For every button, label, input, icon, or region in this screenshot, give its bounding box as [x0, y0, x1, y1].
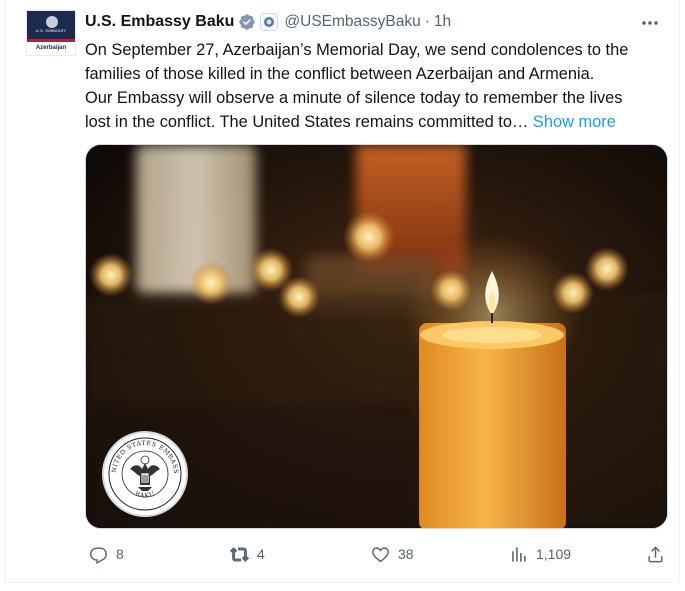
views-chart-icon [512, 546, 526, 562]
avatar-top-text: U.S. EMBASSY [35, 28, 67, 33]
seal-icon [264, 17, 275, 27]
repost-count: 4 [257, 546, 265, 562]
separator-dot: · [424, 13, 430, 30]
tweet-text: On September 27, Azerbaijan’s Memorial D… [85, 38, 673, 134]
government-affiliation-icon[interactable] [260, 13, 279, 31]
more-options-button[interactable] [639, 12, 661, 34]
tweet-text-line: families of those killed in the conflict… [85, 65, 595, 83]
reply-icon [90, 546, 107, 564]
repost-button[interactable]: 4 [230, 540, 265, 568]
more-dots-icon [642, 21, 658, 25]
avatar[interactable]: U.S. EMBASSY Azerbaijan [26, 10, 76, 56]
like-count: 38 [398, 546, 414, 562]
display-name[interactable]: U.S. Embassy Baku [85, 13, 234, 31]
views-count: 1,109 [536, 546, 572, 562]
tweet-text-line: On September 27, Azerbaijan’s Memorial D… [85, 41, 629, 59]
tweet-text-line: Our Embassy will observe a minute of sil… [85, 89, 623, 107]
reply-count: 8 [116, 546, 124, 562]
handle[interactable]: @USEmbassyBaku [284, 13, 420, 31]
action-bar: 8 4 38 1,109 [85, 540, 668, 568]
heart-icon [372, 546, 389, 562]
share-button[interactable] [646, 540, 665, 568]
avatar-bottom-text: Azerbaijan [35, 45, 67, 51]
avatar-seal-icon [46, 16, 58, 28]
like-button[interactable]: 38 [371, 540, 414, 568]
embassy-seal-logo: UNITED STATES EMBASSY BAKU [101, 428, 188, 517]
eagle-seal-icon: UNITED STATES EMBASSY BAKU [101, 428, 184, 513]
tweet-header: U.S. Embassy Baku @USEmbassyBaku · 1h [85, 11, 451, 33]
timeline-frame: U.S. EMBASSY Azerbaijan U.S. Embassy Bak… [5, 0, 680, 583]
timestamp[interactable]: 1h [434, 13, 451, 31]
views-button[interactable]: 1,109 [509, 540, 571, 568]
tweet-card[interactable]: U.S. EMBASSY Azerbaijan U.S. Embassy Bak… [6, 0, 679, 582]
repost-icon [230, 546, 249, 562]
reply-button[interactable]: 8 [89, 540, 124, 568]
tweet-text-last-segment: lost in the conflict. The United States … [85, 113, 529, 131]
show-more-link[interactable]: Show more [533, 113, 616, 131]
share-icon [648, 545, 663, 562]
verified-badge-icon[interactable] [238, 13, 256, 31]
tweet-text-line-last: lost in the conflict. The United States … [85, 110, 673, 134]
avatar-stripe [27, 39, 75, 42]
